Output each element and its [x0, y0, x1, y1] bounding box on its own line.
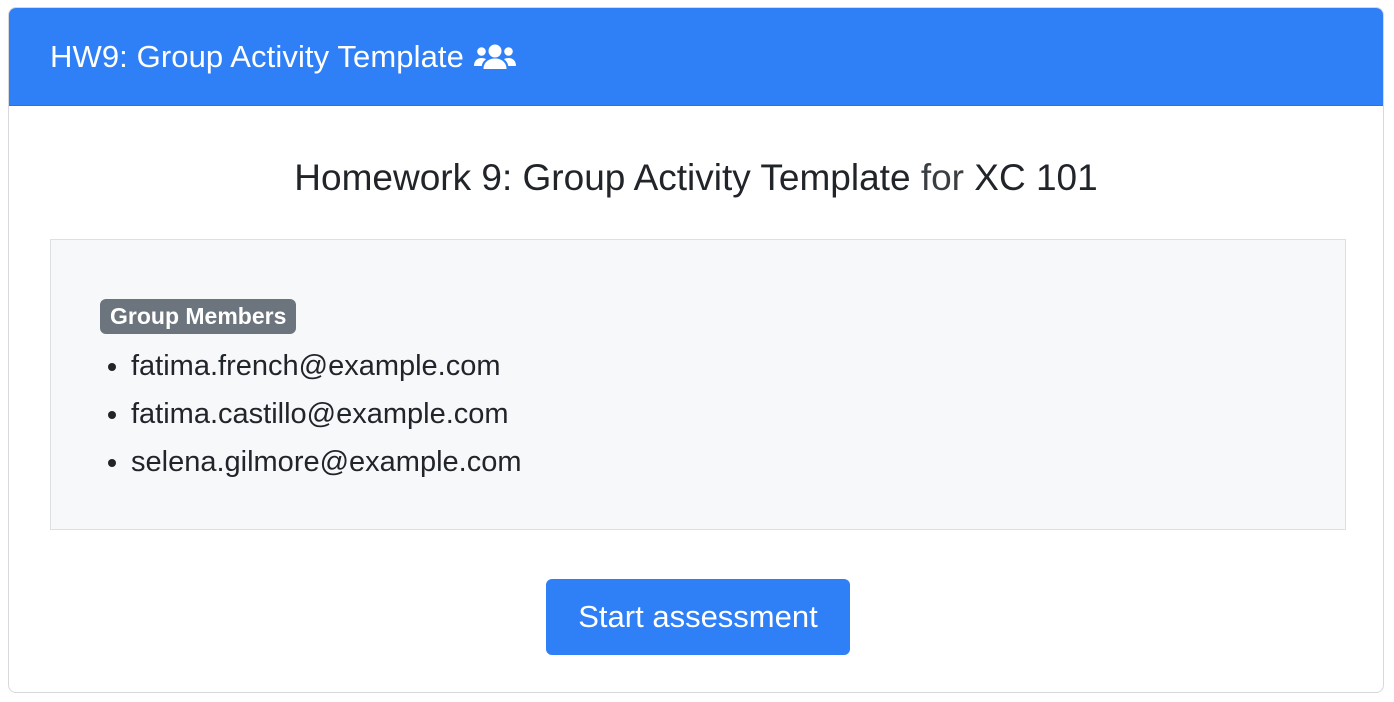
assessment-title: Homework 9: Group Activity Template for …	[9, 156, 1383, 200]
group-members-badge: Group Members	[100, 299, 297, 335]
assessment-card: HW9: Group Activity Template Homework 9:…	[8, 7, 1384, 693]
list-item: selena.gilmore@example.com	[131, 438, 522, 486]
assessment-name: Homework 9: Group Activity Template	[294, 157, 911, 198]
card-header: HW9: Group Activity Template	[9, 8, 1383, 106]
users-icon	[474, 42, 516, 72]
start-assessment-button[interactable]: Start assessment	[546, 579, 850, 655]
course-code: XC 101	[974, 157, 1098, 198]
list-item: fatima.castillo@example.com	[131, 390, 522, 438]
title-for-word: for	[920, 157, 964, 198]
members-list: fatima.french@example.com fatima.castill…	[100, 342, 522, 486]
list-item: fatima.french@example.com	[131, 342, 522, 390]
group-members-panel: Group Members fatima.french@example.com …	[50, 239, 1346, 530]
header-title: HW9: Group Activity Template	[50, 39, 464, 74]
